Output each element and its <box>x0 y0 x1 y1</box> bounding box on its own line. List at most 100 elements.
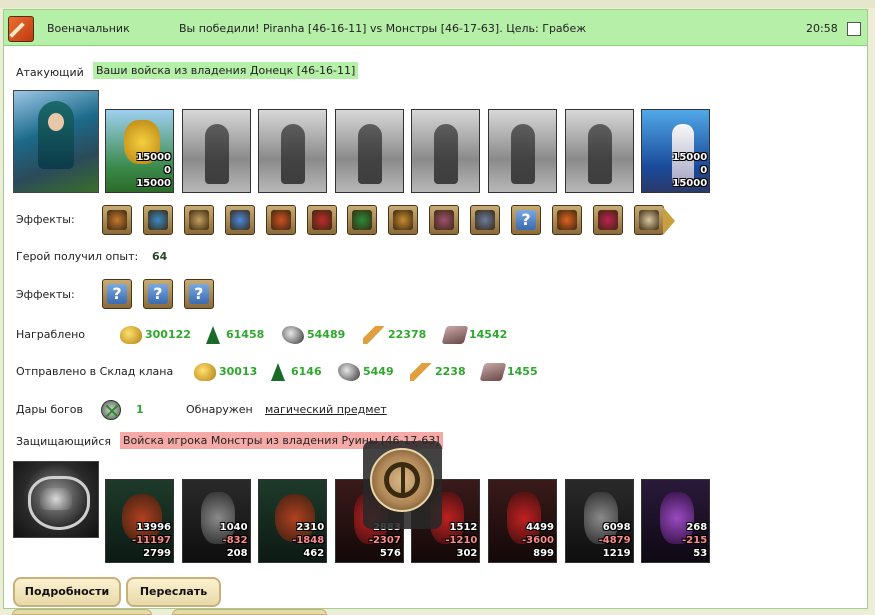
unit-count: 1040 <box>219 522 248 533</box>
unit-count: 15000 <box>136 152 171 163</box>
unit-remain: 208 <box>226 548 248 559</box>
fire-icon[interactable] <box>265 205 296 235</box>
unit-remain: 899 <box>533 548 554 559</box>
unit-counts: 268 -215 53 <box>682 521 707 560</box>
gold-icon <box>120 326 142 344</box>
question-icon[interactable]: ? <box>183 279 214 309</box>
wood-icon <box>266 363 288 381</box>
unit-counts: 1512 -1210 302 <box>445 521 477 560</box>
attacker-unit[interactable]: 15000 0 15000 <box>105 109 174 193</box>
gold-amount: 300122 <box>145 328 191 341</box>
fire-glyph <box>270 210 291 230</box>
defender-label: Защищающийся <box>16 435 111 448</box>
fire-crest-icon[interactable] <box>551 205 582 235</box>
unit-count: 268 <box>686 522 708 533</box>
unit-counts: 6098 -4879 1219 <box>599 521 631 560</box>
attacker-label: Атакующий <box>16 66 84 79</box>
defender-unit[interactable]: 1040 -832 208 <box>181 479 251 563</box>
question-glyph: ? <box>188 284 209 304</box>
select-checkbox[interactable] <box>847 22 861 36</box>
defender-unit[interactable]: 268 -215 53 <box>641 479 711 563</box>
shield-glyph <box>352 210 373 230</box>
shield-icon[interactable] <box>347 205 378 235</box>
unit-loss: -832 <box>222 535 248 546</box>
question-glyph: ? <box>107 284 127 304</box>
report-header: Военачальник Вы победили! Piranha [46-16… <box>4 10 867 46</box>
unit-counts: 13996 -11197 2799 <box>132 521 171 560</box>
hand-shield-icon[interactable] <box>388 205 419 235</box>
unit-remain: 53 <box>693 548 708 559</box>
bag-icon[interactable] <box>102 205 132 235</box>
unit-loss: -215 <box>682 535 708 546</box>
sword-glyph <box>147 210 168 230</box>
battle-report-panel: Военачальник Вы победили! Piranha [46-16… <box>3 9 868 609</box>
unit-loss: -11197 <box>132 535 171 546</box>
unit-loss: -4879 <box>598 535 631 546</box>
shell-icon[interactable] <box>633 205 664 235</box>
extra-button-top[interactable] <box>12 609 152 615</box>
shell-glyph <box>638 210 659 230</box>
effects-next-arrow-icon[interactable] <box>663 207 675 235</box>
attacker-unit[interactable] <box>411 109 481 193</box>
unit-count: 6098 <box>602 522 631 533</box>
broken-shield-icon[interactable] <box>592 205 623 235</box>
attacker-unit[interactable] <box>488 109 557 193</box>
unit-counts: 15000 0 15000 <box>136 151 171 190</box>
defender-hero-portrait[interactable] <box>13 461 99 538</box>
question-icon[interactable]: ? <box>511 205 541 235</box>
attacker-hero-portrait[interactable] <box>13 90 99 193</box>
wood-amount: 61458 <box>226 328 265 341</box>
unit-loss: 0 <box>164 165 171 176</box>
handshake-icon[interactable] <box>183 205 214 235</box>
defender-unit[interactable]: 2310 -1848 462 <box>258 479 328 563</box>
question-icon[interactable]: ? <box>142 279 173 309</box>
ore-icon <box>338 363 360 381</box>
broken-shield-glyph <box>597 210 618 230</box>
experience-value: 64 <box>152 250 168 263</box>
found-item-link[interactable]: магический предмет <box>265 403 387 416</box>
unit-counts: 1040 -832 208 <box>220 521 248 560</box>
magic-hand-icon[interactable] <box>224 205 255 235</box>
unit-count: 1512 <box>449 522 478 533</box>
sent-label: Отправлено в Склад клана <box>16 365 174 378</box>
magic-hand-glyph <box>229 210 250 230</box>
attacker-unit[interactable] <box>564 109 634 193</box>
dice-icon[interactable] <box>306 205 337 235</box>
defender-unit[interactable]: 4499 -3600 899 <box>488 479 557 563</box>
question-glyph: ? <box>516 210 536 230</box>
wood-icon <box>201 326 223 344</box>
report-time: 20:58 <box>806 22 838 35</box>
unit-remain: 1219 <box>602 548 631 559</box>
fire-crest-glyph <box>556 210 577 230</box>
attacker-unit[interactable] <box>258 109 328 193</box>
report-message[interactable]: Вы победили! Piranha [46-16-11] vs Монст… <box>179 22 586 35</box>
extra-button-top-2[interactable] <box>172 609 327 615</box>
web-icon[interactable] <box>470 205 501 235</box>
defender-unit[interactable]: 6098 -4879 1219 <box>564 479 634 563</box>
defender-unit[interactable]: 13996 -11197 2799 <box>105 479 174 563</box>
question-glyph: ? <box>147 284 168 304</box>
unit-remain: 576 <box>379 548 401 559</box>
temple-icon[interactable] <box>429 205 460 235</box>
unit-count: 13996 <box>136 522 171 533</box>
ore-amount: 54489 <box>307 328 346 341</box>
attacker-unit[interactable] <box>181 109 251 193</box>
gifts-value: 1 <box>136 403 144 416</box>
details-button[interactable]: Подробности <box>13 577 121 607</box>
wood-amount: 6146 <box>291 365 322 378</box>
unit-count: 2310 <box>296 522 325 533</box>
attacker-unit[interactable] <box>334 109 404 193</box>
unit-count: 15000 <box>672 152 708 163</box>
top-strip <box>0 0 875 8</box>
stone-amount: 14542 <box>469 328 508 341</box>
sword-icon[interactable] <box>142 205 173 235</box>
wheat-amount: 2238 <box>435 365 466 378</box>
unit-loss: -1210 <box>445 535 478 546</box>
question-icon[interactable]: ? <box>102 279 132 309</box>
artifact-popup[interactable] <box>363 441 442 529</box>
unit-counts: 2310 -1848 462 <box>292 521 324 560</box>
effects-label-2: Эффекты: <box>16 288 75 301</box>
web-glyph <box>475 210 496 230</box>
attacker-unit[interactable]: 15000 0 15000 <box>641 109 711 193</box>
forward-button[interactable]: Переслать <box>126 577 221 607</box>
